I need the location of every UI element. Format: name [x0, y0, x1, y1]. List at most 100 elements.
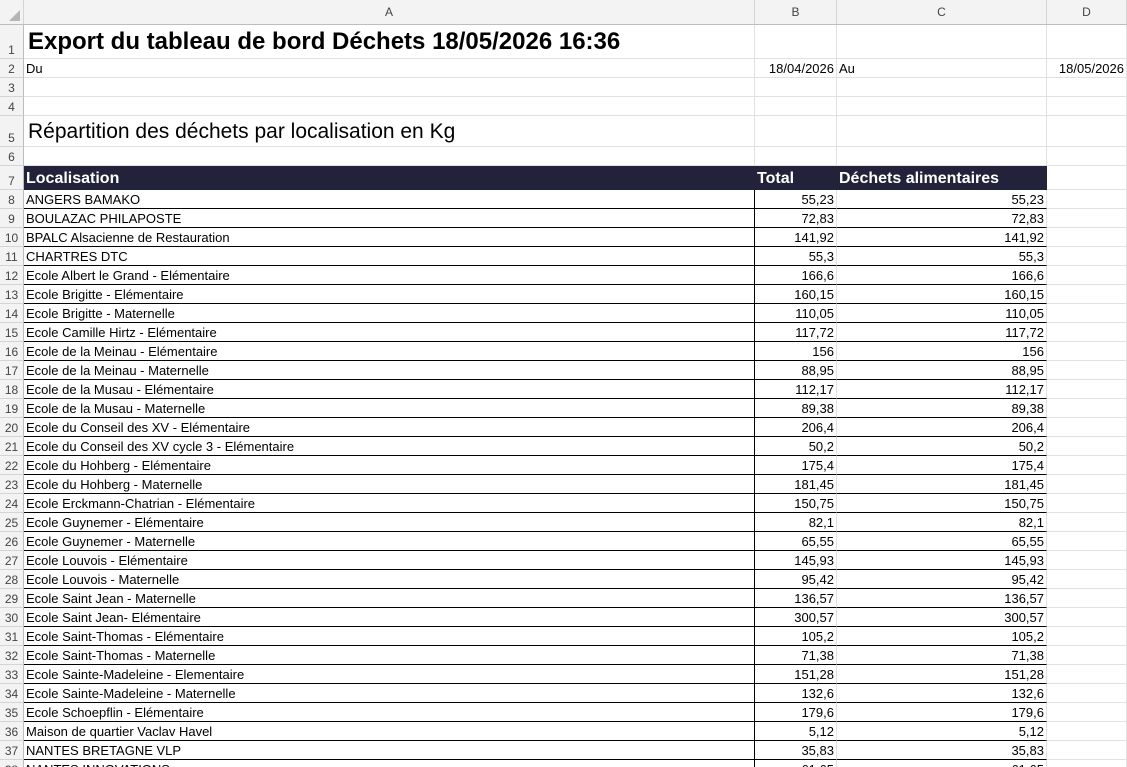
total-cell[interactable]: 175,4 — [755, 456, 837, 475]
row-header[interactable]: 35 — [0, 703, 24, 722]
food-waste-cell[interactable]: 206,4 — [837, 418, 1047, 437]
food-waste-cell[interactable]: 179,6 — [837, 703, 1047, 722]
total-cell[interactable]: 112,17 — [755, 380, 837, 399]
location-cell[interactable]: Ecole Brigitte - Elémentaire — [24, 285, 755, 304]
cell[interactable] — [1047, 418, 1127, 437]
total-cell[interactable]: 132,6 — [755, 684, 837, 703]
location-cell[interactable]: Ecole du Hohberg - Elémentaire — [24, 456, 755, 475]
location-cell[interactable]: BPALC Alsacienne de Restauration — [24, 228, 755, 247]
total-cell[interactable]: 206,4 — [755, 418, 837, 437]
food-waste-cell[interactable]: 65,55 — [837, 532, 1047, 551]
location-cell[interactable]: Ecole de la Meinau - Elémentaire — [24, 342, 755, 361]
row-header[interactable]: 17 — [0, 361, 24, 380]
row-header[interactable]: 38 — [0, 760, 24, 767]
location-cell[interactable]: Ecole Albert le Grand - Elémentaire — [24, 266, 755, 285]
cell[interactable] — [1047, 116, 1127, 147]
cell[interactable] — [1047, 361, 1127, 380]
row-header[interactable]: 21 — [0, 437, 24, 456]
cell[interactable] — [1047, 627, 1127, 646]
cell[interactable] — [1047, 760, 1127, 767]
row-header[interactable]: 8 — [0, 190, 24, 209]
cell[interactable] — [755, 147, 837, 166]
cell[interactable] — [755, 25, 837, 59]
from-date[interactable]: 18/04/2026 — [755, 59, 837, 78]
cell[interactable] — [1047, 513, 1127, 532]
location-cell[interactable]: Ecole Sainte-Madeleine - Elementaire — [24, 665, 755, 684]
location-cell[interactable]: Ecole Saint Jean - Maternelle — [24, 589, 755, 608]
location-cell[interactable]: Ecole Guynemer - Elémentaire — [24, 513, 755, 532]
row-header[interactable]: 16 — [0, 342, 24, 361]
total-cell[interactable]: 141,92 — [755, 228, 837, 247]
row-header[interactable]: 25 — [0, 513, 24, 532]
row-header[interactable]: 2 — [0, 59, 24, 78]
food-waste-cell[interactable]: 110,05 — [837, 304, 1047, 323]
total-cell[interactable]: 55,3 — [755, 247, 837, 266]
cell[interactable] — [24, 97, 755, 116]
cell[interactable] — [837, 97, 1047, 116]
cell[interactable] — [1047, 25, 1127, 59]
row-header[interactable]: 12 — [0, 266, 24, 285]
food-waste-cell[interactable]: 95,42 — [837, 570, 1047, 589]
location-cell[interactable]: Ecole Camille Hirtz - Elémentaire — [24, 323, 755, 342]
column-header-a[interactable]: A — [24, 0, 755, 24]
cell[interactable] — [1047, 166, 1127, 190]
food-waste-cell[interactable]: 136,57 — [837, 589, 1047, 608]
location-cell[interactable]: NANTES BRETAGNE VLP — [24, 741, 755, 760]
cell[interactable] — [1047, 532, 1127, 551]
total-cell[interactable]: 151,28 — [755, 665, 837, 684]
location-cell[interactable]: Ecole du Hohberg - Maternelle — [24, 475, 755, 494]
food-waste-cell[interactable]: 112,17 — [837, 380, 1047, 399]
cell[interactable] — [1047, 285, 1127, 304]
cell[interactable] — [837, 25, 1047, 59]
row-header[interactable]: 19 — [0, 399, 24, 418]
row-header[interactable]: 3 — [0, 78, 24, 97]
row-header[interactable]: 18 — [0, 380, 24, 399]
header-food-waste[interactable]: Déchets alimentaires — [837, 166, 1047, 190]
cell[interactable] — [1047, 266, 1127, 285]
total-cell[interactable]: 166,6 — [755, 266, 837, 285]
row-header[interactable]: 7 — [0, 166, 24, 190]
cell[interactable] — [755, 78, 837, 97]
row-header[interactable]: 36 — [0, 722, 24, 741]
location-cell[interactable]: Ecole de la Musau - Elémentaire — [24, 380, 755, 399]
cell[interactable] — [1047, 399, 1127, 418]
food-waste-cell[interactable]: 89,38 — [837, 399, 1047, 418]
cell[interactable] — [837, 116, 1047, 147]
header-localisation[interactable]: Localisation — [24, 166, 755, 190]
food-waste-cell[interactable]: 72,83 — [837, 209, 1047, 228]
row-header[interactable]: 9 — [0, 209, 24, 228]
cell[interactable] — [1047, 323, 1127, 342]
row-header[interactable]: 29 — [0, 589, 24, 608]
location-cell[interactable]: Ecole de la Musau - Maternelle — [24, 399, 755, 418]
location-cell[interactable]: Ecole du Conseil des XV - Elémentaire — [24, 418, 755, 437]
cell[interactable] — [1047, 551, 1127, 570]
cell[interactable] — [1047, 456, 1127, 475]
food-waste-cell[interactable]: 141,92 — [837, 228, 1047, 247]
food-waste-cell[interactable]: 35,83 — [837, 741, 1047, 760]
cell[interactable] — [1047, 342, 1127, 361]
row-header[interactable]: 33 — [0, 665, 24, 684]
total-cell[interactable]: 181,45 — [755, 475, 837, 494]
total-cell[interactable]: 82,1 — [755, 513, 837, 532]
location-cell[interactable]: Ecole Saint-Thomas - Maternelle — [24, 646, 755, 665]
total-cell[interactable]: 105,2 — [755, 627, 837, 646]
location-cell[interactable]: NANTES INNOVATIONS — [24, 760, 755, 767]
cell[interactable] — [837, 147, 1047, 166]
cell[interactable] — [1047, 589, 1127, 608]
food-waste-cell[interactable]: 82,1 — [837, 513, 1047, 532]
location-cell[interactable]: Ecole Sainte-Madeleine - Maternelle — [24, 684, 755, 703]
total-cell[interactable]: 88,95 — [755, 361, 837, 380]
row-header[interactable]: 24 — [0, 494, 24, 513]
cell[interactable] — [837, 78, 1047, 97]
cell[interactable] — [1047, 228, 1127, 247]
food-waste-cell[interactable]: 50,2 — [837, 437, 1047, 456]
location-cell[interactable]: ANGERS BAMAKO — [24, 190, 755, 209]
food-waste-cell[interactable]: 5,12 — [837, 722, 1047, 741]
total-cell[interactable]: 72,83 — [755, 209, 837, 228]
cell[interactable] — [1047, 304, 1127, 323]
location-cell[interactable]: Ecole Saint Jean- Elémentaire — [24, 608, 755, 627]
cell[interactable] — [1047, 78, 1127, 97]
food-waste-cell[interactable]: 150,75 — [837, 494, 1047, 513]
total-cell[interactable]: 89,38 — [755, 399, 837, 418]
location-cell[interactable]: BOULAZAC PHILAPOSTE — [24, 209, 755, 228]
